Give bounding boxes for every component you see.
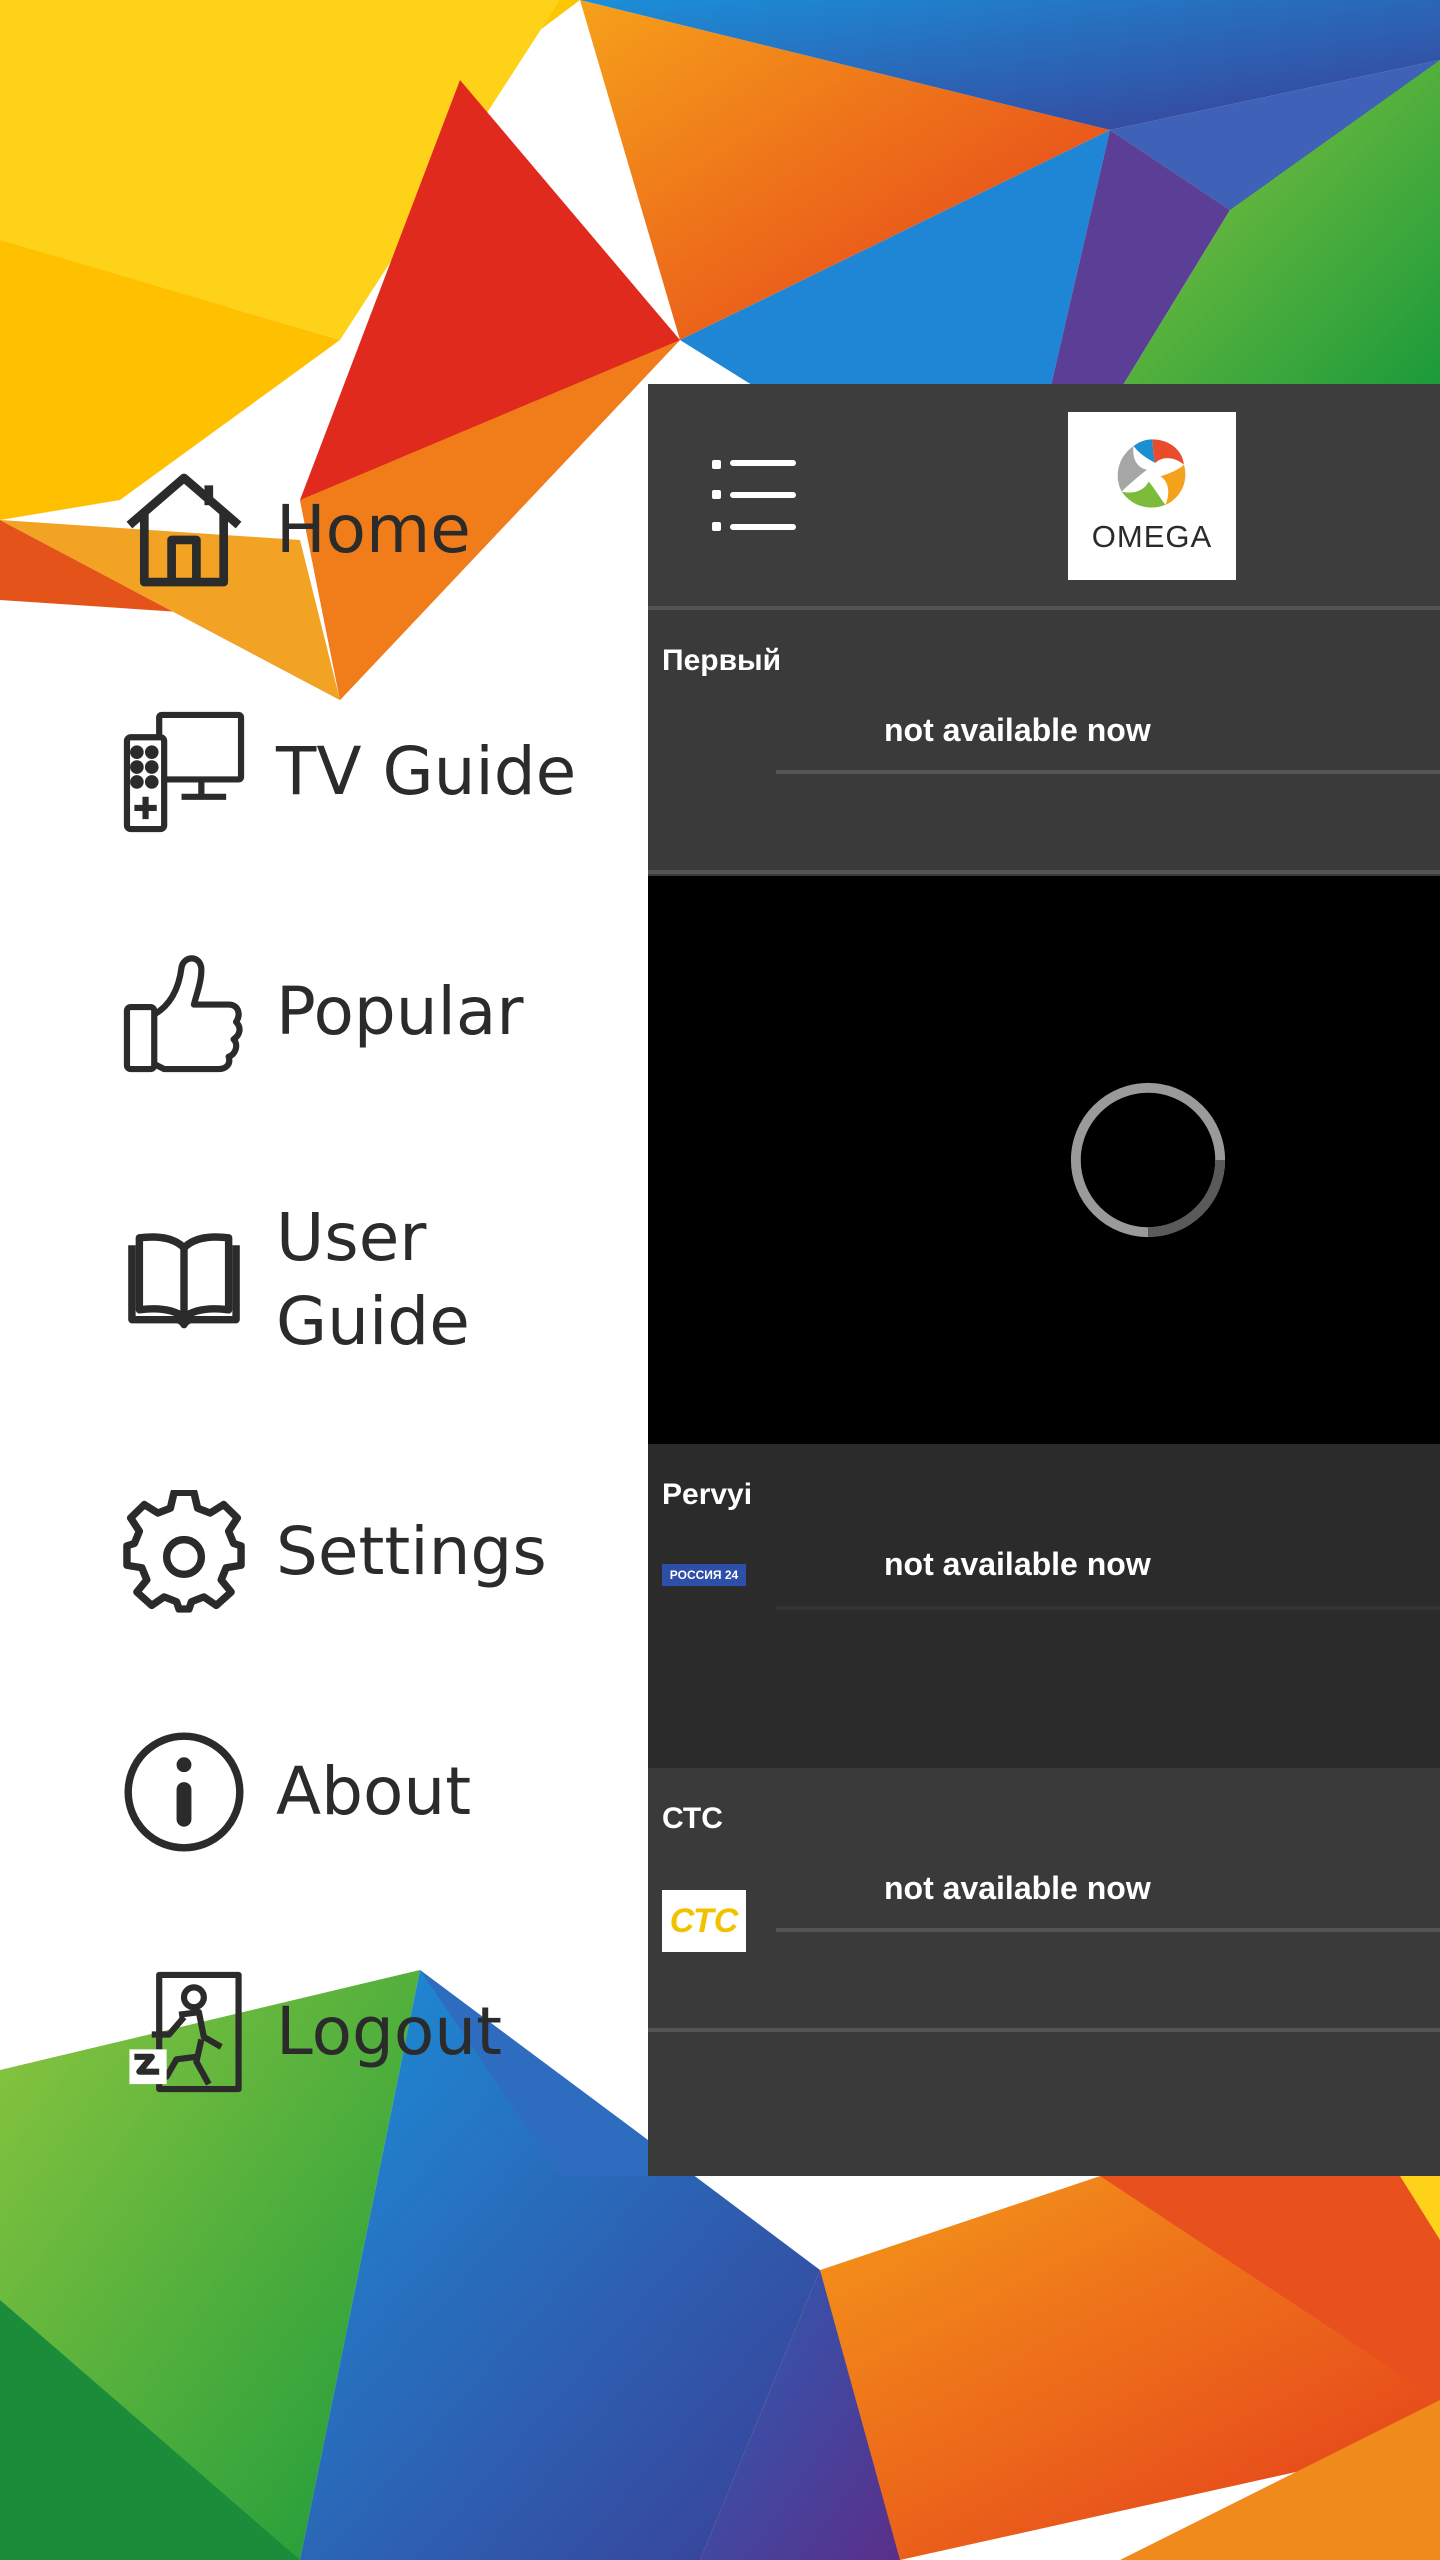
omega-logo-mark — [1117, 439, 1186, 508]
channel-logo-text: СТС — [669, 1901, 739, 1940]
channel-name: СТС — [662, 1802, 723, 1835]
menu-item-label: Settings — [276, 1513, 547, 1590]
omega-logo: OMEGA — [1068, 412, 1236, 580]
program-status: not available now — [884, 1870, 1151, 1906]
program-progress-bar — [776, 770, 1440, 774]
tv-remote-icon — [120, 708, 248, 836]
book-icon — [120, 1216, 248, 1344]
app-header: OMEGA — [648, 384, 1440, 608]
exit-icon — [120, 1968, 248, 2096]
menu-item-about[interactable]: About — [120, 1728, 640, 1856]
menu-item-label: Popular — [276, 973, 524, 1050]
channel-name: Pervyi — [662, 1478, 753, 1511]
menu-item-logout[interactable]: Logout — [120, 1968, 640, 2096]
row-divider — [648, 870, 1440, 874]
home-icon — [120, 466, 248, 594]
menu-item-home[interactable]: Home — [120, 466, 640, 594]
video-player[interactable] — [648, 876, 1440, 1444]
menu-item-label: About — [276, 1753, 472, 1830]
program-status: not available now — [884, 712, 1151, 748]
navigation-drawer: Home TV Guide Popular User Guide Setting… — [0, 0, 648, 2560]
menu-item-settings[interactable]: Settings — [120, 1488, 640, 1616]
logo-text: OMEGA — [1091, 519, 1213, 554]
menu-item-label: User Guide — [276, 1199, 470, 1360]
channel-row[interactable]: СТС СТС not available now — [648, 1768, 1440, 2028]
hamburger-menu-icon[interactable] — [712, 456, 800, 536]
main-panel: OMEGA Первый not available now Pervyi РО… — [648, 384, 1440, 2176]
program-progress-bar — [776, 1606, 1440, 1610]
channel-logo-text: РОССИЯ 24 — [662, 1564, 746, 1586]
channel-logo-ctc: СТС — [662, 1890, 746, 1952]
channel-logo-rossiya24: РОССИЯ 24 — [662, 1564, 746, 1586]
menu-item-popular[interactable]: Popular — [120, 948, 640, 1076]
loading-spinner-icon — [1070, 1082, 1226, 1238]
channel-row[interactable]: Первый not available now — [648, 610, 1440, 870]
menu-item-label: Logout — [276, 1993, 502, 2070]
info-icon — [120, 1728, 248, 1856]
channel-row[interactable]: Pervyi РОССИЯ 24 not available now — [648, 1444, 1440, 1768]
gear-icon — [120, 1488, 248, 1616]
channel-name: Первый — [662, 644, 782, 677]
menu-item-user-guide[interactable]: User Guide — [120, 1196, 640, 1364]
menu-item-label: TV Guide — [276, 733, 577, 810]
program-progress-bar — [776, 1928, 1440, 1932]
thumbs-up-icon — [120, 948, 248, 1076]
row-divider — [648, 2028, 1440, 2032]
program-status: not available now — [884, 1546, 1151, 1582]
menu-item-label: Home — [276, 491, 471, 568]
menu-item-tv-guide[interactable]: TV Guide — [120, 708, 640, 836]
